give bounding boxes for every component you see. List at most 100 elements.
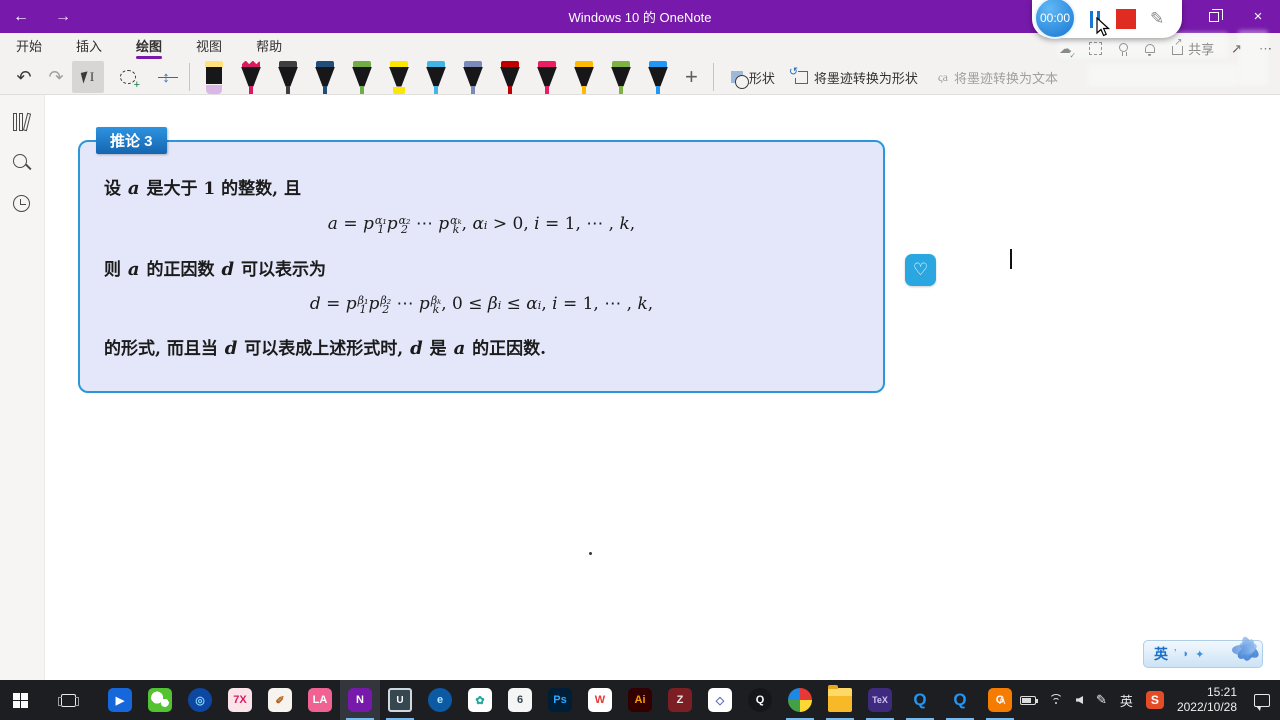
menu-start[interactable]: 开始 <box>14 32 44 59</box>
left-sidebar <box>0 95 45 680</box>
restore-button[interactable] <box>1192 0 1236 33</box>
taskbar-tex-app[interactable]: TeX <box>860 680 900 720</box>
menu-help[interactable]: 帮助 <box>254 32 284 59</box>
ime-punct-icon[interactable]: ʼ <box>1174 648 1176 660</box>
ink-dot <box>589 552 592 555</box>
menu-view[interactable]: 视图 <box>194 32 224 59</box>
share-button[interactable]: 共享 <box>1172 37 1215 58</box>
corollary-line-1: 设 a 是大于 1 的整数, 且 <box>104 178 302 199</box>
fullscreen-icon[interactable]: ↗ <box>1231 41 1242 57</box>
hidden-icons-chevron[interactable]: ∧ <box>998 692 1008 708</box>
taskbar-arrow-app[interactable]: ▶ <box>100 680 140 720</box>
pen-orange[interactable] <box>571 60 597 94</box>
corollary-line-3: 的形式, 而且当 d 可以表成上述形式时, d 是 a 的正因数. <box>104 338 547 359</box>
taskbar-7x-app[interactable]: 7X <box>220 680 260 720</box>
ink-to-text-label: 将墨迹转换为文本 <box>953 70 1058 86</box>
taskbar-onenote[interactable]: N <box>340 680 380 720</box>
more-options-icon[interactable]: ⋯ <box>1259 41 1272 57</box>
taskbar-flower-app[interactable]: ✿ <box>460 680 500 720</box>
taskbar-wps[interactable]: W <box>580 680 620 720</box>
annotate-pen-button[interactable]: ✎ <box>1150 9 1164 29</box>
tool-eraser[interactable] <box>201 60 227 94</box>
menu-insert[interactable]: 插入 <box>74 32 104 59</box>
restore-icon <box>1209 8 1223 22</box>
taskbar-edge[interactable]: e <box>420 680 460 720</box>
task-view-button[interactable] <box>48 680 88 720</box>
system-tray: ∧ ✎ 英 S 15:21 2022/10/28 <box>998 680 1280 720</box>
taskbar-qcloud-1[interactable]: Q <box>900 680 940 720</box>
taskbar-geometry-app[interactable]: ◇ <box>700 680 740 720</box>
notifications-icon[interactable] <box>1145 44 1156 56</box>
corollary-equation-2: d = p β₁ 1 p β₂ 2 ⋯ p βₖ k, 0 ≤ βi ≤ αi, i = 1,… <box>309 294 654 316</box>
ime-logo-icon[interactable]: ◗ <box>1182 648 1189 660</box>
ime-status-bar[interactable]: 英 ʼ ◗ ✦ <box>1143 635 1263 668</box>
wifi-icon[interactable] <box>1049 694 1064 706</box>
taskbar-display-app[interactable]: U <box>380 680 420 720</box>
forward-button[interactable]: → <box>42 8 84 26</box>
taskbar-wechat[interactable] <box>140 680 180 720</box>
pen-green2[interactable] <box>608 60 634 94</box>
onenote-window: ← → Windows 10 的 OneNote × 开始 插入 绘图 视图 帮助 ☁ … <box>0 0 1280 720</box>
share-label: 共享 <box>1188 42 1215 57</box>
taskbar-hand6-app[interactable]: 6 <box>500 680 540 720</box>
add-pen-button[interactable]: + <box>685 64 698 90</box>
ink-to-text-icon: ςa <box>937 69 948 84</box>
page-canvas[interactable]: 推论 3 设 a 是大于 1 的整数, 且 a = p α₁ 1 p α₂ 2 ⋯ p αₖ… <box>46 95 1280 680</box>
corollary-box: 推论 3 设 a 是大于 1 的整数, 且 a = p α₁ 1 p α₂ 2 ⋯ p αₖ… <box>78 127 936 393</box>
toolbar-divider <box>712 63 714 91</box>
pen-black[interactable] <box>275 60 301 94</box>
redo-button[interactable]: ↷ <box>40 61 72 93</box>
taskbar-qcloud-2[interactable]: Q <box>940 680 980 720</box>
sync-status-icon[interactable]: ☁ <box>1059 41 1077 60</box>
pen-red[interactable] <box>497 60 523 94</box>
taskbar-illustrator[interactable]: Ai <box>620 680 660 720</box>
notebooks-icon[interactable] <box>11 111 33 133</box>
lasso-select-button[interactable] <box>112 61 144 93</box>
ink-spacing-button[interactable]: ↕ <box>150 61 182 93</box>
taskbar-lala-app[interactable]: LA <box>300 680 340 720</box>
taskbar-clock[interactable]: 15:21 2022/10/28 <box>1177 685 1237 715</box>
ink-to-shape-button[interactable]: 将墨迹转换为形状 <box>788 64 918 87</box>
shapes-icon <box>730 71 749 89</box>
taskbar-capture-app[interactable]: ◎ <box>180 680 220 720</box>
taskbar-qq[interactable]: Q <box>740 680 780 720</box>
pen-green[interactable] <box>349 60 375 94</box>
taskbar-z-app[interactable]: Z <box>660 680 700 720</box>
pen-slate[interactable] <box>460 60 486 94</box>
toolbar-divider <box>189 63 190 91</box>
undo-button[interactable]: ↶ <box>8 61 40 93</box>
battery-icon[interactable] <box>1020 695 1039 705</box>
menu-draw[interactable]: 绘图 <box>134 32 164 59</box>
ime-indicator[interactable]: 英 <box>1120 691 1133 710</box>
search-icon[interactable] <box>11 152 33 174</box>
tell-me-icon[interactable] <box>1119 42 1129 56</box>
taskbar-beachball-app[interactable] <box>780 680 820 720</box>
shapes-button[interactable]: 形状 <box>730 68 775 89</box>
corollary-tag: 推论 3 <box>96 127 167 154</box>
close-button[interactable]: × <box>1236 0 1280 33</box>
select-tool-button[interactable]: I <box>72 61 104 93</box>
pen-pencil-crimson[interactable] <box>238 60 264 94</box>
pen-blue[interactable] <box>645 60 671 94</box>
screen-clip-icon[interactable] <box>1089 42 1103 55</box>
volume-icon[interactable] <box>1076 696 1084 704</box>
ime-skin-icon[interactable]: ✦ <box>1195 648 1204 661</box>
taskbar-paint-app[interactable]: ✐ <box>260 680 300 720</box>
corollary-equation-1: a = p α₁ 1 p α₂ 2 ⋯ p αₖ k, αi > 0, i = 1, ⋯ , … <box>327 214 636 236</box>
start-button[interactable] <box>0 680 40 720</box>
pen-tablet-icon[interactable]: ✎ <box>1096 692 1107 708</box>
action-center-icon[interactable] <box>1254 693 1270 711</box>
pen-crimson[interactable] <box>534 60 560 94</box>
pen-highlighter-yellow[interactable] <box>386 60 412 94</box>
sogou-icon[interactable]: S <box>1145 691 1164 709</box>
pen-cyan[interactable] <box>423 60 449 94</box>
ime-flower-decoration <box>1228 631 1270 673</box>
ime-mode-label[interactable]: 英 <box>1154 644 1168 664</box>
recent-notes-icon[interactable] <box>11 193 33 215</box>
taskbar-file-explorer[interactable] <box>820 680 860 720</box>
stop-recording-button[interactable] <box>1116 9 1136 29</box>
favorite-heart-button[interactable]: ♡ <box>905 254 936 286</box>
taskbar-photoshop[interactable]: Ps <box>540 680 580 720</box>
pen-navy[interactable] <box>312 60 338 94</box>
back-button[interactable]: ← <box>0 8 42 26</box>
